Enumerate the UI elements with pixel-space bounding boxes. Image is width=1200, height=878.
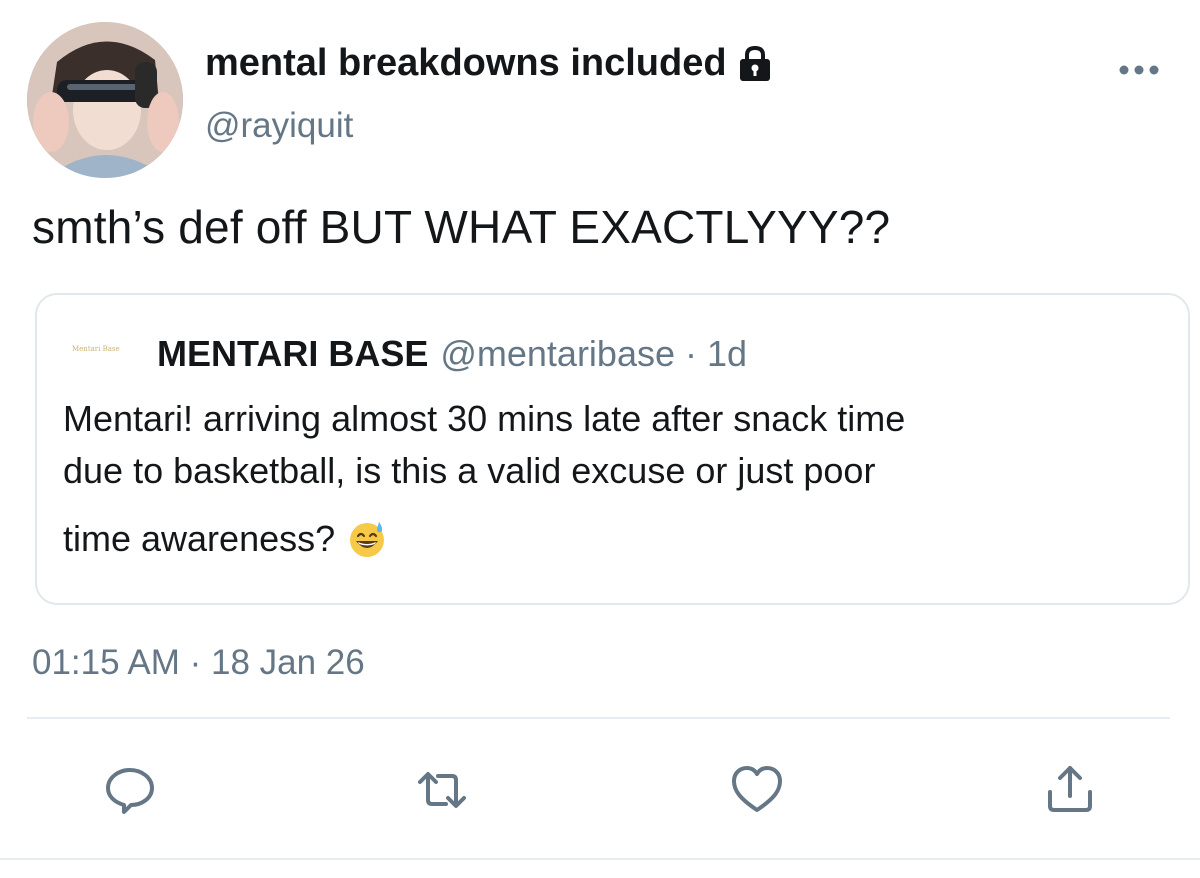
divider-bottom bbox=[0, 858, 1200, 860]
like-icon[interactable] bbox=[729, 762, 785, 818]
divider bbox=[27, 717, 1170, 719]
display-name-text[interactable]: mental breakdowns included bbox=[205, 42, 727, 85]
user-handle[interactable]: @rayiquit bbox=[205, 106, 353, 146]
tweet-timestamp[interactable]: 01:15 AM · 18 Jan 26 bbox=[32, 643, 365, 683]
tweet-text: smth’s def off BUT WHAT EXACTLYYY?? bbox=[32, 201, 891, 253]
share-icon[interactable] bbox=[1042, 762, 1098, 818]
avatar[interactable] bbox=[27, 22, 183, 178]
quoted-line: due to basketball, is this a valid excus… bbox=[63, 450, 876, 491]
quoted-meta: @mentaribase · 1d bbox=[440, 333, 748, 374]
reply-icon[interactable] bbox=[102, 762, 158, 818]
tweet-detail: mental breakdowns included @rayiquit smt… bbox=[0, 0, 1200, 878]
retweet-icon[interactable] bbox=[414, 762, 470, 818]
quoted-line: time awareness? bbox=[63, 518, 336, 559]
sweat-smile-emoji-icon bbox=[347, 519, 387, 559]
quoted-avatar[interactable]: Mentari Base bbox=[72, 345, 126, 365]
lock-icon bbox=[737, 45, 773, 83]
quoted-line: Mentari! arriving almost 30 mins late af… bbox=[63, 398, 906, 439]
quoted-line-last: time awareness? bbox=[63, 519, 387, 559]
more-options-icon[interactable] bbox=[1117, 58, 1161, 82]
quoted-tweet[interactable]: Mentari Base MENTARI BASE @mentaribase ·… bbox=[35, 293, 1190, 605]
quoted-tweet-header: MENTARI BASE @mentaribase · 1d bbox=[157, 333, 747, 375]
quoted-display-name[interactable]: MENTARI BASE bbox=[157, 333, 428, 375]
display-name[interactable]: mental breakdowns included bbox=[205, 42, 773, 85]
